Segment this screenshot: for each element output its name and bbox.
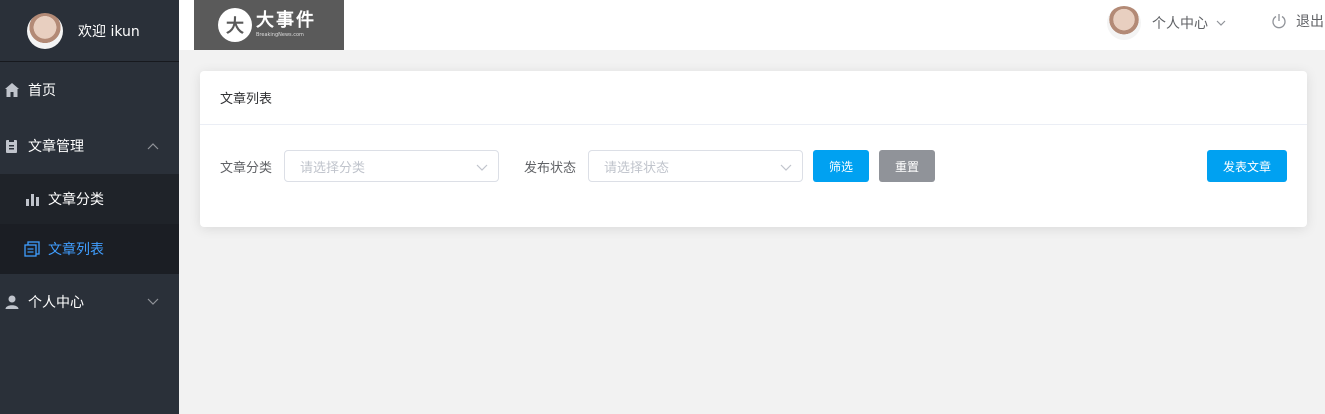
status-label: 发布状态 [524, 160, 577, 176]
sidebar-user-box: 欢迎 ikun [0, 0, 179, 62]
filter-row: 文章分类 请选择分类 发布状态 请选择状态 筛选 重置 发表文章 [220, 150, 1287, 182]
sidebar-item-label: 文章分类 [48, 192, 104, 208]
category-select[interactable]: 请选择分类 [284, 150, 500, 182]
logo-title: 大事件 [256, 10, 316, 31]
user-menu-label: 个人中心 [1152, 16, 1208, 32]
card-title: 文章列表 [200, 71, 1307, 125]
sidebar-item-label: 首页 [28, 83, 56, 99]
chevron-up-icon [147, 139, 159, 153]
chevron-down-icon [147, 295, 159, 309]
chevron-down-icon [476, 161, 488, 171]
sidebar: 欢迎 ikun 首页 文章管理 文章分类 文章列表 个人中心 [0, 0, 179, 414]
logo-mark-icon: 大 [218, 8, 252, 42]
chevron-down-icon [1216, 17, 1226, 30]
clipboard-icon [4, 138, 20, 154]
user-icon [4, 294, 20, 310]
status-select[interactable]: 请选择状态 [588, 150, 804, 182]
logo-subtitle: BreakingNews.com [256, 32, 304, 38]
welcome-text: 欢迎 ikun [78, 23, 140, 40]
chevron-down-icon [780, 161, 792, 171]
sidebar-item-article-management[interactable]: 文章管理 [0, 118, 179, 174]
category-placeholder: 请选择分类 [300, 160, 366, 176]
top-header: 大 大事件 BreakingNews.com 个人中心 退出 [179, 0, 1325, 50]
article-list-card: 文章列表 文章分类 请选择分类 发布状态 请选择状态 筛选 重置 发表文章 [200, 71, 1307, 227]
filter-button[interactable]: 筛选 [813, 150, 870, 182]
sidebar-item-personal-center[interactable]: 个人中心 [0, 274, 179, 330]
logo: 大 大事件 BreakingNews.com [194, 0, 344, 50]
sidebar-item-label: 文章管理 [28, 139, 84, 155]
sidebar-item-label: 个人中心 [28, 295, 84, 311]
publish-article-button[interactable]: 发表文章 [1207, 150, 1287, 182]
home-icon [4, 82, 20, 98]
status-placeholder: 请选择状态 [604, 160, 670, 176]
sidebar-item-home[interactable]: 首页 [0, 62, 179, 118]
sidebar-item-article-category[interactable]: 文章分类 [0, 174, 179, 224]
document-list-icon [24, 241, 40, 257]
sidebar-item-label: 文章列表 [48, 242, 104, 258]
category-label: 文章分类 [220, 160, 273, 176]
power-icon [1271, 13, 1287, 29]
avatar [1107, 6, 1141, 40]
sidebar-item-article-list[interactable]: 文章列表 [0, 224, 179, 274]
avatar [27, 12, 63, 49]
logout-label: 退出 [1296, 14, 1324, 30]
reset-button[interactable]: 重置 [879, 150, 936, 182]
bar-chart-icon [24, 191, 40, 207]
logout-button[interactable]: 退出 [1271, 0, 1324, 42]
user-menu-dropdown[interactable]: 个人中心 [1107, 5, 1226, 41]
